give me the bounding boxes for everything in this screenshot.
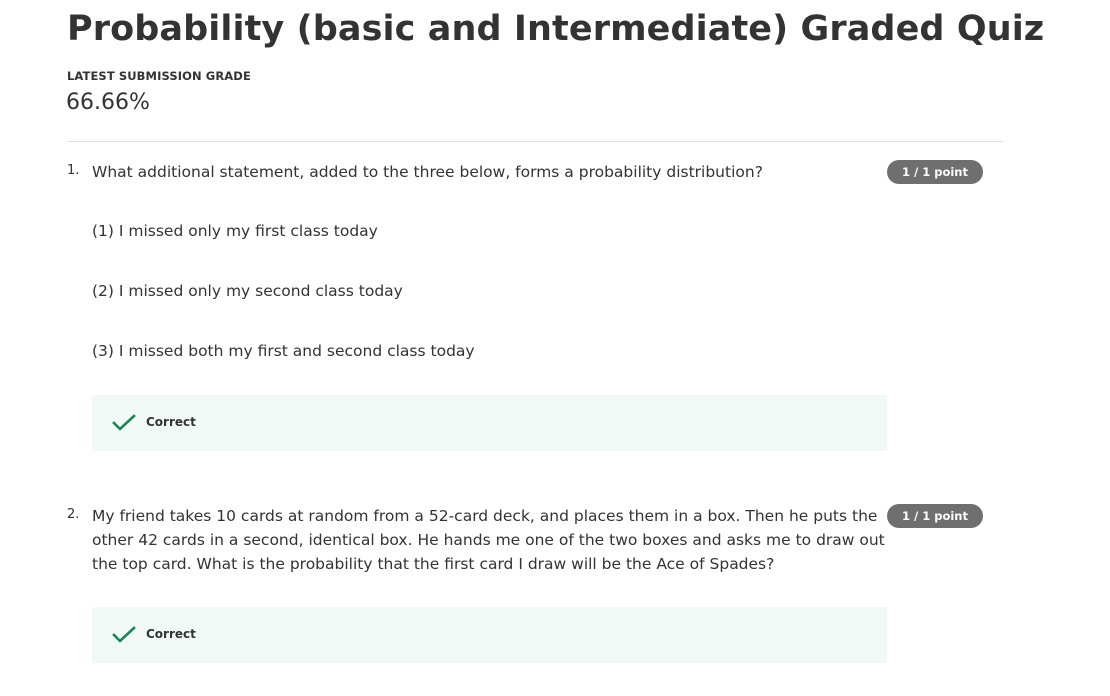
feedback-status: Correct	[146, 627, 196, 641]
statement-3: (3) I missed both my first and second cl…	[92, 342, 475, 360]
points-badge: 1 / 1 point	[887, 504, 983, 528]
question-text: My friend takes 10 cards at random from …	[92, 507, 885, 573]
question-number: 1.	[67, 163, 80, 178]
check-icon	[112, 414, 136, 431]
feedback-status: Correct	[146, 415, 196, 429]
check-icon	[112, 626, 136, 643]
statement-2: (2) I missed only my second class today	[92, 282, 403, 300]
page-title: Probability (basic and Intermediate) Gra…	[67, 9, 1045, 49]
points-badge: 1 / 1 point	[887, 160, 983, 184]
statement-1: (1) I missed only my first class today	[92, 222, 378, 240]
feedback-box: Correct	[92, 395, 887, 451]
question-number: 2.	[67, 507, 80, 522]
feedback-box: Correct	[92, 607, 887, 663]
grade-value: 66.66%	[66, 90, 150, 115]
divider	[67, 141, 1003, 142]
grade-label: LATEST SUBMISSION GRADE	[67, 69, 251, 83]
quiz-results-page: Probability (basic and Intermediate) Gra…	[0, 0, 1110, 696]
question-text: What additional statement, added to the …	[92, 163, 763, 181]
